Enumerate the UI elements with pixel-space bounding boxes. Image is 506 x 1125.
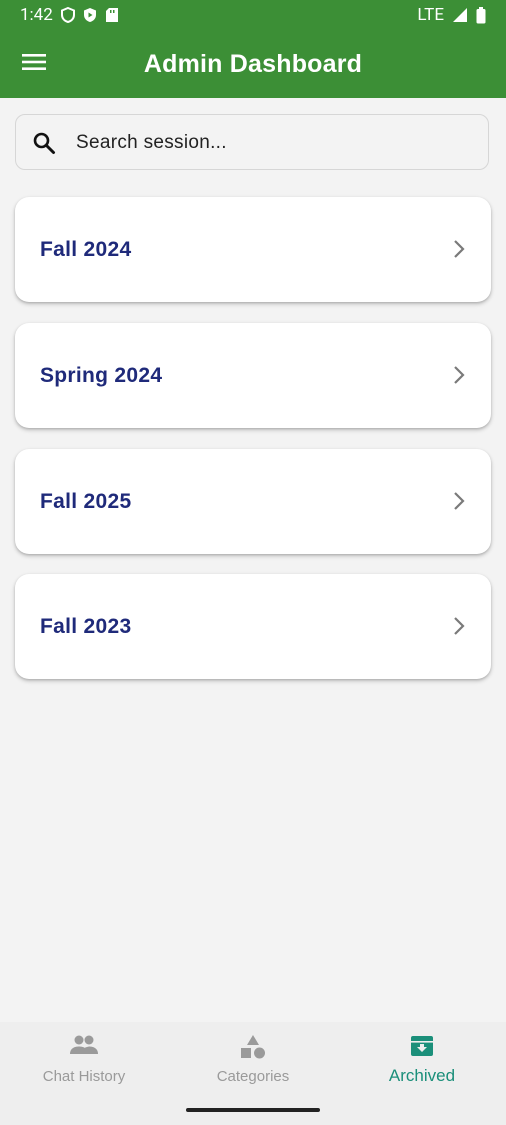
page-title: Admin Dashboard	[143, 49, 363, 78]
session-label: Fall 2023	[40, 614, 132, 638]
people-icon	[0, 1034, 168, 1062]
status-left: 1:42	[20, 5, 119, 25]
session-card-fall-2025[interactable]: Fall 2025	[15, 449, 491, 554]
search-input[interactable]	[74, 115, 478, 171]
status-bar: 1:42 LTE	[0, 0, 506, 30]
network-type: LTE	[417, 5, 444, 25]
nav-label: Chat History	[42, 1068, 126, 1085]
session-label: Fall 2025	[40, 489, 132, 513]
status-time: 1:42	[20, 5, 53, 25]
session-card-fall-2023[interactable]: Fall 2023	[15, 574, 491, 679]
chevron-right-icon	[453, 365, 465, 390]
chevron-right-icon	[453, 491, 465, 516]
session-card-spring-2024[interactable]: Spring 2024	[15, 323, 491, 428]
nav-label: Categories	[216, 1068, 290, 1085]
search-bar[interactable]	[15, 114, 489, 171]
nav-label: Archived	[388, 1066, 456, 1085]
session-label: Fall 2024	[40, 237, 132, 261]
shield-icon	[60, 7, 75, 23]
signal-icon	[452, 7, 468, 23]
home-indicator[interactable]	[186, 1108, 320, 1112]
nav-item-archived[interactable]: Archived	[338, 1022, 506, 1102]
nav-item-chat-history[interactable]: Chat History	[0, 1022, 168, 1102]
session-label: Spring 2024	[40, 363, 163, 387]
chevron-right-icon	[453, 239, 465, 264]
hamburger-menu-icon	[22, 53, 46, 76]
nav-item-categories[interactable]: Categories	[169, 1022, 337, 1102]
battery-icon	[476, 6, 486, 24]
category-shapes-icon	[169, 1034, 337, 1062]
chevron-right-icon	[453, 616, 465, 641]
session-card-fall-2024[interactable]: Fall 2024	[15, 197, 491, 302]
status-right: LTE	[417, 5, 486, 25]
play-protect-icon	[83, 7, 97, 23]
menu-button[interactable]	[16, 46, 52, 82]
app-bar: Admin Dashboard	[0, 30, 506, 98]
archive-icon	[338, 1034, 506, 1062]
sd-card-icon	[105, 7, 119, 23]
search-icon	[32, 131, 56, 160]
